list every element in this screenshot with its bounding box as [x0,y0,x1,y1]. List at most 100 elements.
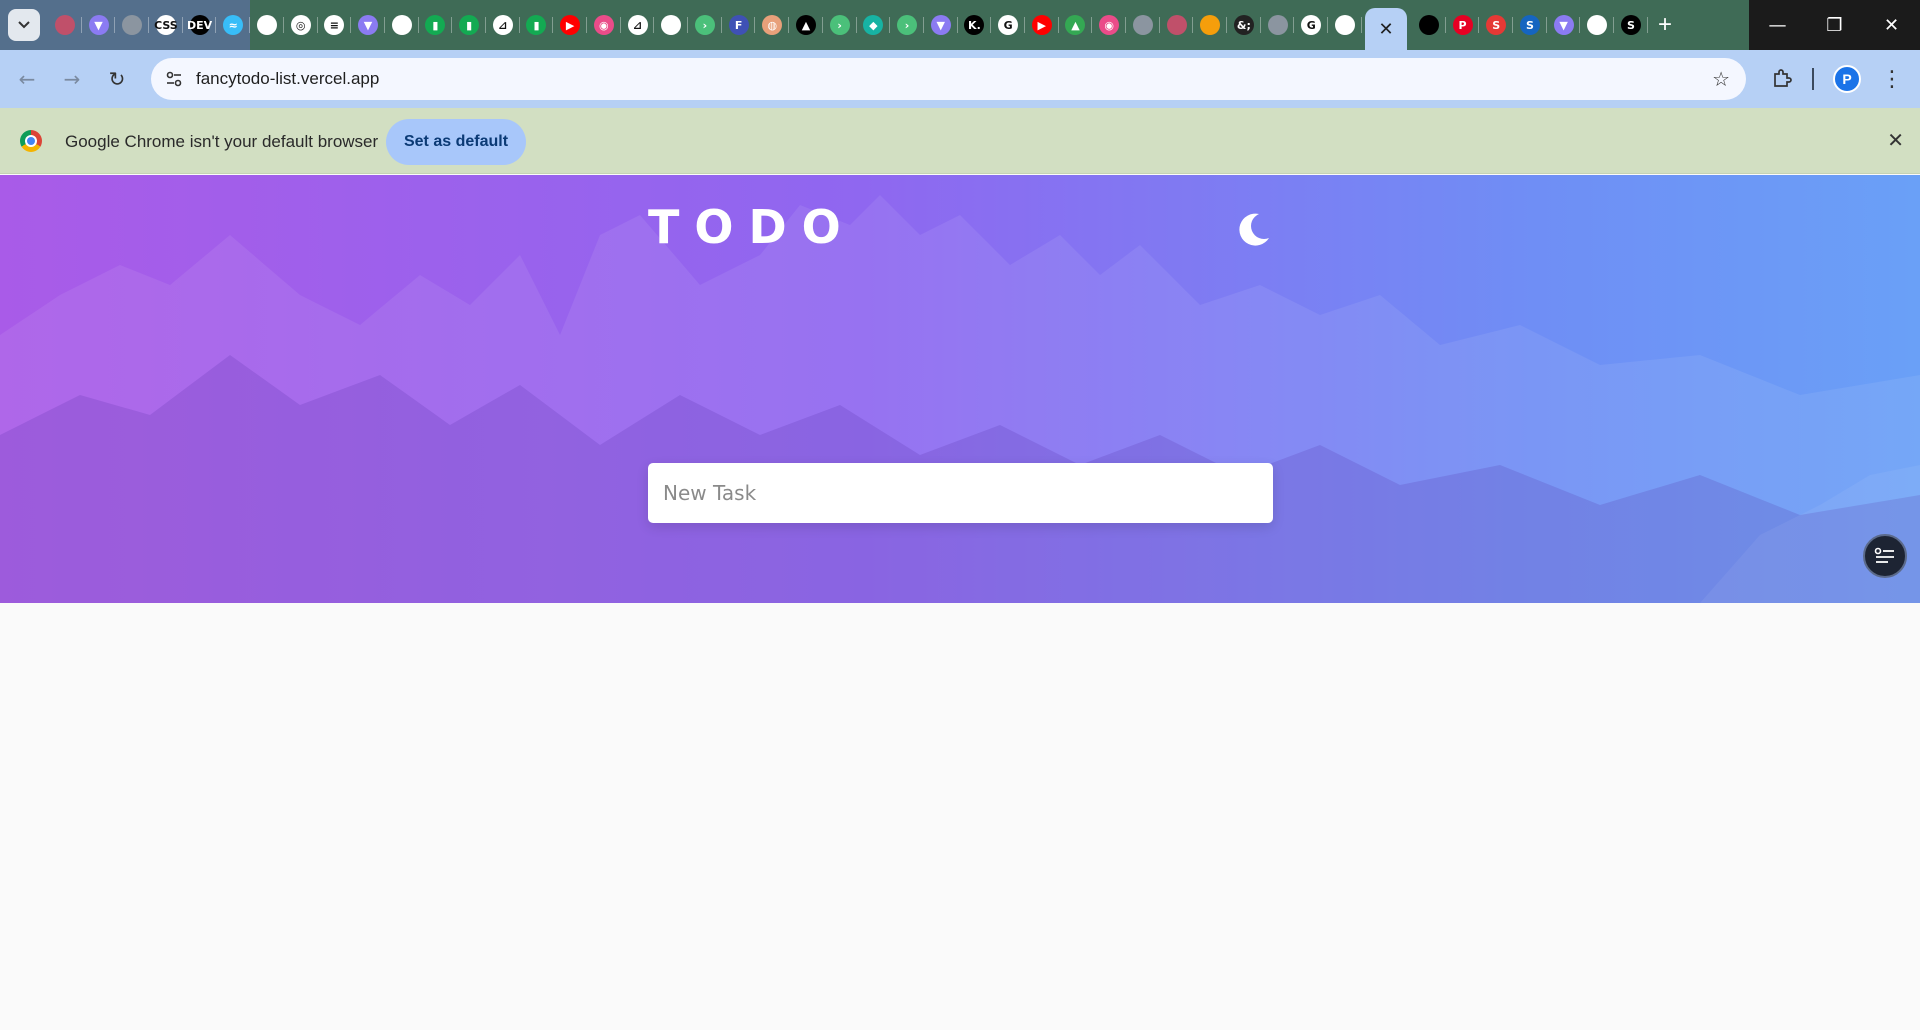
browser-tab[interactable] [48,0,82,50]
new-tab-button[interactable]: + [1650,10,1680,40]
minimize-button[interactable]: — [1749,0,1806,50]
browser-tab[interactable]: K. [958,0,992,50]
tab-list-left: ▼ CSS DEV ≈ ◎ ≡ ▼ ▮ ▮ ⊿ ▮ ▶ ◉ ⊿ › F ◍ ▲ › ◆ › ▼ K. G ▶ ▲ ◉ &; G [48,0,1362,50]
mongodb-icon: ▮ [459,15,480,35]
browser-tab[interactable]: ▼ [351,0,385,50]
target-icon: ◎ [290,15,311,35]
browser-tab[interactable] [115,0,149,50]
browser-tab[interactable]: S [1614,0,1648,50]
new-task-input[interactable] [648,463,1273,523]
window-controls: — ❐ ✕ [1749,0,1920,50]
browser-tab[interactable]: ▼ [82,0,116,50]
set-as-default-button[interactable]: Set as default [386,119,526,165]
browser-tab[interactable]: &; [1227,0,1261,50]
browser-tab[interactable] [1580,0,1614,50]
browser-tab[interactable]: ▶ [1025,0,1059,50]
github-icon [661,15,682,35]
browser-tab[interactable]: ≈ [216,0,250,50]
google-icon: G [1301,15,1322,35]
reload-icon: ↻ [108,67,126,91]
browser-tab[interactable]: CSS [149,0,183,50]
browser-tab[interactable]: ▮ [419,0,453,50]
donut-icon: ◍ [762,15,783,35]
site-info-button[interactable] [159,64,189,94]
browser-tab[interactable]: ≡ [318,0,352,50]
tab-strip: ▼ CSS DEV ≈ ◎ ≡ ▼ ▮ ▮ ⊿ ▮ ▶ ◉ ⊿ › F ◍ ▲ › ◆ › ▼ K. G ▶ ▲ ◉ &; G ✕ PS… [0,0,1920,50]
browser-tab[interactable]: ◍ [755,0,789,50]
youtube-icon: ▶ [560,15,581,35]
kebab-menu-icon[interactable]: ⋮ [1881,64,1903,94]
url-text[interactable]: fancytodo-list.vercel.app [196,69,379,89]
address-bar[interactable]: fancytodo-list.vercel.app ☆ [151,58,1746,100]
tune-icon [166,71,182,87]
browser-tab[interactable] [1126,0,1160,50]
browser-tab[interactable]: ▮ [520,0,554,50]
drive-icon: ▲ [1065,15,1086,35]
browser-tab[interactable] [250,0,284,50]
browser-tab[interactable]: G [1294,0,1328,50]
s-icon: S [1620,15,1641,35]
browser-tab[interactable]: G [991,0,1025,50]
browser-tab[interactable]: ▲ [789,0,823,50]
browser-tab[interactable]: ▶ [553,0,587,50]
forward-button[interactable]: → [57,64,87,94]
infobar-close-icon[interactable]: ✕ [1887,128,1904,152]
close-window-button[interactable]: ✕ [1863,0,1920,50]
vite-icon: ▼ [930,15,951,35]
browser-tab[interactable] [1328,0,1362,50]
browser-toolbar: ← → ↻ fancytodo-list.vercel.app ☆ P ⋮ [0,50,1920,108]
browser-tab[interactable]: S [1513,0,1547,50]
browser-tab[interactable]: ▲ [1059,0,1093,50]
browser-tab[interactable]: ◉ [587,0,621,50]
mountain-background-image [0,195,1920,603]
dark-mode-toggle[interactable] [1233,210,1273,250]
browser-tab[interactable]: ▮ [452,0,486,50]
browser-tab[interactable] [1160,0,1194,50]
browser-tab[interactable] [385,0,419,50]
browser-tab[interactable]: DEV [183,0,217,50]
filter-list-icon [1874,547,1894,563]
browser-tab[interactable]: S [1479,0,1513,50]
globe-icon [1267,15,1288,35]
browser-tab[interactable]: ⊿ [486,0,520,50]
bookmark-star-icon[interactable]: ☆ [1712,67,1730,91]
back-button[interactable]: ← [12,64,42,94]
browser-tab[interactable] [1412,0,1446,50]
browser-tab[interactable]: ◆ [857,0,891,50]
profile-avatar[interactable]: P [1833,65,1861,93]
extensions-button[interactable] [1768,65,1796,93]
browser-tab[interactable]: › [688,0,722,50]
youtube-icon: ▶ [1031,15,1052,35]
hero-banner [0,175,1920,603]
terminal-icon [1418,15,1439,35]
close-tab-icon[interactable]: ✕ [1378,19,1393,40]
browser-tab[interactable]: ▼ [924,0,958,50]
diamond-icon: ◆ [863,15,884,35]
browser-tab[interactable] [1193,0,1227,50]
browser-tab[interactable]: F [722,0,756,50]
github-icon [256,15,277,35]
vite-icon: ▼ [1553,15,1574,35]
browser-tab[interactable]: P [1446,0,1480,50]
reload-button[interactable]: ↻ [102,64,132,94]
browser-tab[interactable]: › [890,0,924,50]
browser-tab[interactable]: ⊿ [621,0,655,50]
css-icon: CSS [154,15,178,35]
browser-tab[interactable]: › [823,0,857,50]
browser-tab[interactable] [654,0,688,50]
generic-icon [1166,15,1187,35]
browser-tab[interactable]: ◎ [284,0,318,50]
browser-tab[interactable]: ◉ [1092,0,1126,50]
arrow-right-icon: → [63,67,81,91]
restore-button[interactable]: ❐ [1806,0,1863,50]
active-tab[interactable]: ✕ [1365,8,1407,50]
restore-icon: ❐ [1826,14,1843,36]
tab-search-button[interactable] [8,9,40,41]
triangle-icon: ▲ [795,15,816,35]
dribbble-icon: ◉ [593,15,614,35]
toolbar-divider [1812,68,1814,90]
browser-tab[interactable]: ▼ [1547,0,1581,50]
floating-menu-button[interactable] [1863,534,1907,578]
doc-icon: ≡ [324,15,345,35]
browser-tab[interactable] [1261,0,1295,50]
